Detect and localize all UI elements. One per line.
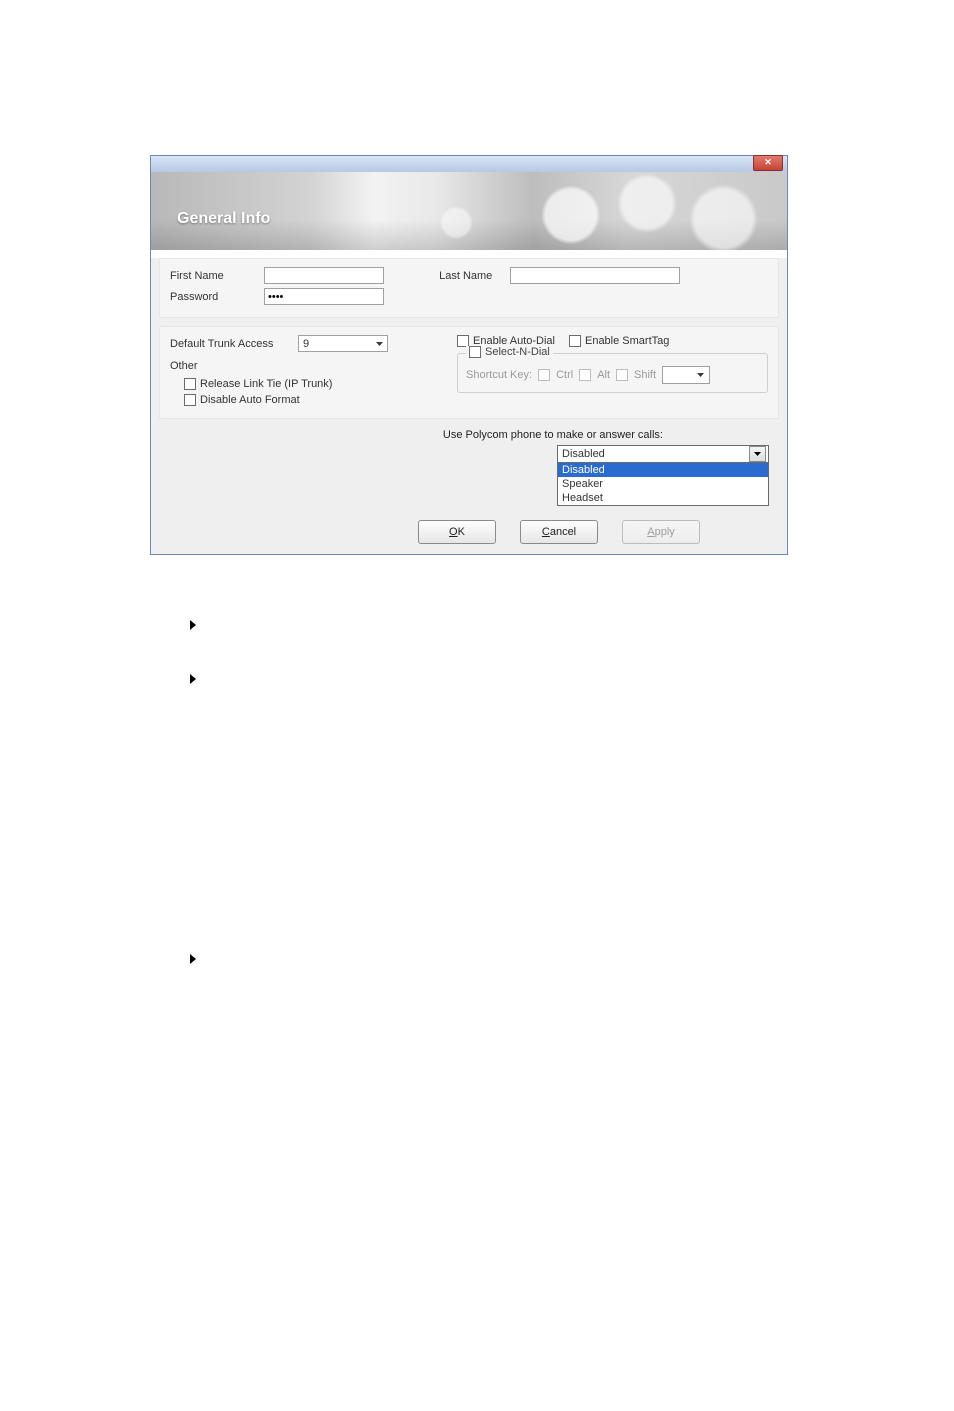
select-n-dial-checkbox[interactable] <box>469 346 481 358</box>
polycom-combobox-selected[interactable]: Disabled <box>557 445 769 463</box>
disable-auto-format-checkbox[interactable] <box>184 394 196 406</box>
shortcut-alt-checkbox[interactable] <box>579 369 591 381</box>
enable-smarttag-label: Enable SmartTag <box>585 335 669 347</box>
close-icon: ✕ <box>764 157 772 167</box>
polycom-label: Use Polycom phone to make or answer call… <box>443 429 663 441</box>
default-trunk-select[interactable]: 9 <box>298 335 388 352</box>
default-trunk-value: 9 <box>303 338 309 350</box>
ok-text: K <box>458 526 465 538</box>
shortcut-alt-label: Alt <box>597 369 610 381</box>
other-section-label: Other <box>170 360 457 372</box>
shortcut-key-label: Shortcut Key: <box>466 369 532 381</box>
options-panel: Default Trunk Access 9 Other Release Lin… <box>159 326 779 419</box>
ok-button[interactable]: OK <box>418 520 496 544</box>
release-link-tie-checkbox[interactable] <box>184 378 196 390</box>
polycom-combobox-list: Disabled Speaker Headset <box>557 463 769 506</box>
polycom-selected-value: Disabled <box>562 448 605 460</box>
polycom-option-disabled[interactable]: Disabled <box>558 463 768 477</box>
chevron-down-icon <box>374 338 385 349</box>
chevron-down-icon <box>749 446 766 462</box>
polycom-option-headset[interactable]: Headset <box>558 491 768 505</box>
apply-button[interactable]: Apply <box>622 520 700 544</box>
password-label: Password <box>170 291 258 303</box>
shortcut-shift-checkbox[interactable] <box>616 369 628 381</box>
bullet-icon <box>190 954 196 964</box>
apply-text: pply <box>655 526 675 538</box>
bullet-icon <box>190 620 196 630</box>
last-name-input[interactable] <box>510 267 680 284</box>
close-button[interactable]: ✕ <box>753 155 783 171</box>
shortcut-key-select[interactable] <box>662 366 710 384</box>
disable-auto-format-label: Disable Auto Format <box>200 394 300 406</box>
shortcut-ctrl-label: Ctrl <box>556 369 573 381</box>
banner: General Info <box>151 172 787 250</box>
release-link-tie-label: Release Link Tie (IP Trunk) <box>200 378 332 390</box>
apply-accel: A <box>647 526 654 538</box>
cancel-accel: C <box>542 526 550 538</box>
page-bullets <box>190 620 954 684</box>
content-area: First Name Last Name Password D <box>151 258 787 554</box>
shortcut-shift-label: Shift <box>634 369 656 381</box>
shortcut-ctrl-checkbox[interactable] <box>538 369 550 381</box>
select-n-dial-label: Select-N-Dial <box>485 346 550 358</box>
page-bullets-2 <box>190 954 954 964</box>
polycom-section: Use Polycom phone to make or answer call… <box>159 429 779 512</box>
dialog-buttons: OK Cancel Apply <box>331 512 787 554</box>
enable-smarttag-checkbox[interactable] <box>569 335 581 347</box>
default-trunk-label: Default Trunk Access <box>170 338 288 350</box>
general-info-dialog: ✕ General Info First Name Last Name Pass… <box>150 155 788 555</box>
titlebar: ✕ <box>151 156 787 172</box>
last-name-label: Last Name <box>439 270 504 282</box>
polycom-option-speaker[interactable]: Speaker <box>558 477 768 491</box>
ok-accel: O <box>449 526 458 538</box>
bullet-icon <box>190 674 196 684</box>
cancel-text: ancel <box>550 526 576 538</box>
select-n-dial-group: Select-N-Dial Shortcut Key: Ctrl Alt Shi… <box>457 353 768 393</box>
chevron-down-icon <box>695 370 706 381</box>
name-password-panel: First Name Last Name Password <box>159 258 779 318</box>
first-name-input[interactable] <box>264 267 384 284</box>
cancel-button[interactable]: Cancel <box>520 520 598 544</box>
password-input[interactable] <box>264 288 384 305</box>
dialog-title: General Info <box>177 210 270 228</box>
polycom-combobox[interactable]: Disabled Disabled Speaker Headset <box>557 445 769 506</box>
first-name-label: First Name <box>170 270 258 282</box>
